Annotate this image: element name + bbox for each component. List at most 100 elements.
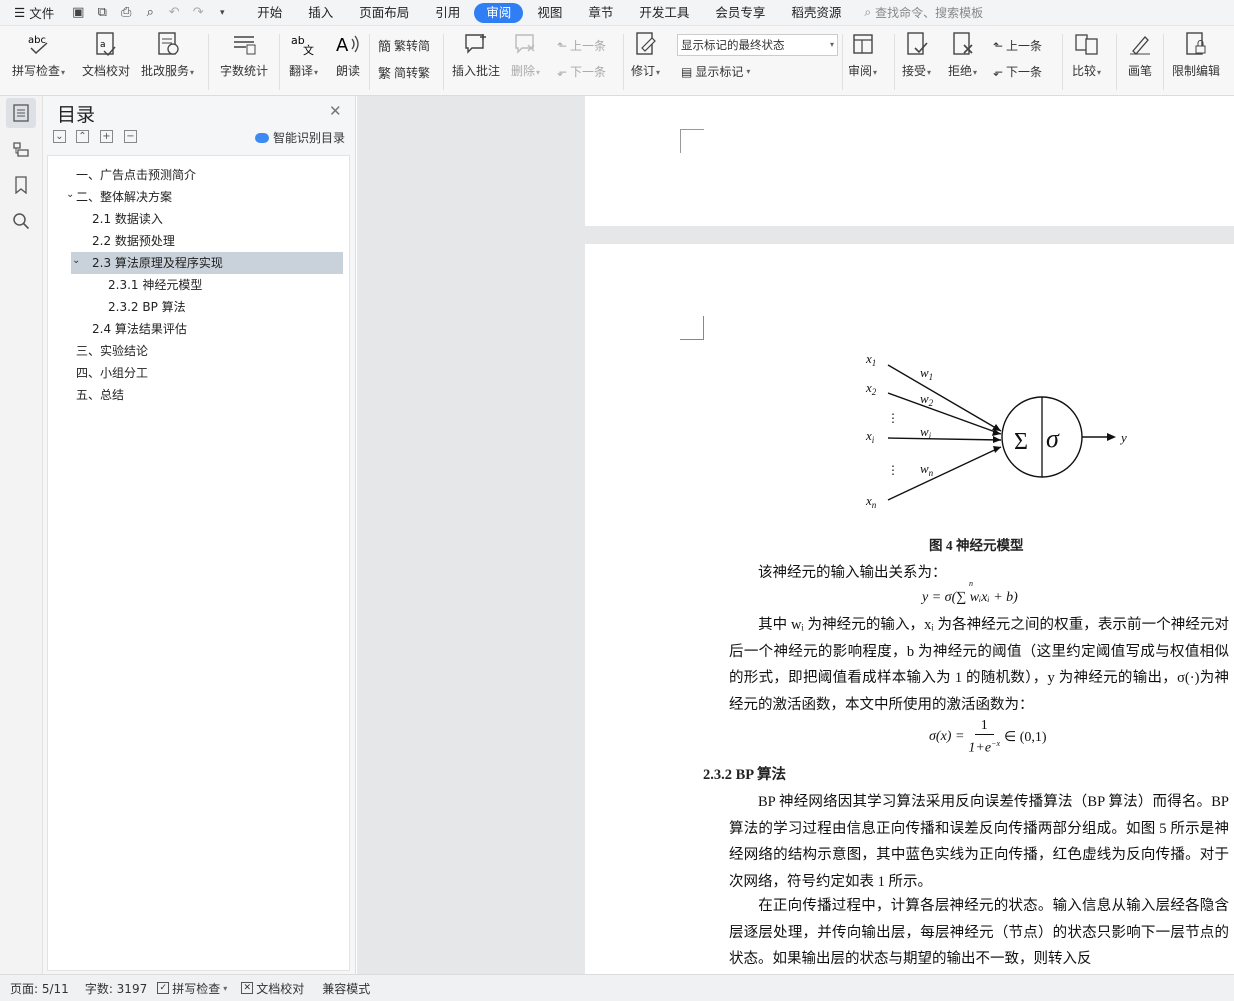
chevron-down-icon[interactable]: ⌄ — [72, 250, 80, 272]
sigmoid-lhs: σ(x) = — [929, 729, 965, 745]
batch-service-button[interactable]: 批改服务▾ — [141, 30, 194, 79]
paragraph-bp-2-text: 在正向传播过程中，计算各层神经元的状态。输入信息从输入层经各隐含层逐层处理，并传… — [729, 898, 1229, 967]
page-corner-mark — [680, 316, 704, 340]
markup-state-select[interactable]: 显示标记的最终状态 ▾ — [677, 34, 838, 56]
track-changes-button[interactable]: 修订▾ — [631, 30, 660, 79]
search-icon: ⌕ — [864, 5, 872, 19]
toc-item[interactable]: 2.3.1 神经元模型 — [66, 274, 342, 296]
print-icon[interactable]: ⎙ — [118, 5, 134, 21]
search-icon[interactable] — [6, 206, 36, 236]
tab-9[interactable]: 稻壳资源 — [779, 3, 853, 23]
toc-item[interactable]: 2.4 算法结果评估 — [66, 318, 342, 340]
delete-comment-button[interactable]: 删除▾ — [511, 30, 540, 79]
toc-item[interactable]: 五、总结 — [66, 384, 342, 406]
smart-toc-button[interactable]: 智能识别目录 — [255, 129, 345, 146]
doc-proofread-button[interactable]: a 文档校对 — [82, 30, 130, 79]
tab-3[interactable]: 引用 — [423, 3, 472, 23]
sum-upper-limit: n — [969, 579, 973, 588]
toc-item-label: 2.4 算法结果评估 — [92, 322, 187, 336]
toc-item-label: 2.2 数据预处理 — [92, 234, 175, 248]
prev-comment-button[interactable]: ⬑ 上一条 — [557, 37, 606, 54]
toc-item[interactable]: 三、实验结论 — [66, 340, 342, 362]
ellipsis-upper: ⋮ — [887, 411, 899, 425]
reject-button[interactable]: 拒绝▾ — [948, 30, 977, 79]
toc-pane-icon[interactable] — [6, 98, 36, 128]
insert-comment-button[interactable]: 插入批注 — [452, 30, 500, 79]
page-indicator[interactable]: 页面: 5/11 — [10, 980, 69, 997]
show-markup-button[interactable]: ▤ 显示标记 ▾ — [681, 63, 750, 80]
expand-level-icon[interactable]: ⌃ — [76, 130, 89, 143]
toc-item-label: 2.1 数据读入 — [92, 212, 163, 226]
toc-item[interactable]: 一、广告点击预测简介 — [66, 164, 342, 186]
toc-item[interactable]: 2.1 数据读入 — [66, 208, 342, 230]
trad-to-simp-button[interactable]: 簡繁转简 — [378, 36, 430, 55]
toc-item[interactable]: 2.3.2 BP 算法 — [66, 296, 342, 318]
sigmoid-fraction: 1 1+e−x — [968, 718, 1000, 757]
tab-4[interactable]: 审阅 — [474, 2, 524, 23]
toc-item-label: 四、小组分工 — [76, 366, 149, 380]
bookmark-icon[interactable] — [6, 170, 36, 200]
toc-item[interactable]: 2.2 数据预处理 — [66, 230, 342, 252]
export-pdf-icon[interactable]: ⧉ — [94, 5, 110, 21]
hamburger-icon: ☰ — [14, 5, 26, 20]
accept-button[interactable]: 接受▾ — [902, 30, 931, 79]
tab-7[interactable]: 开发工具 — [627, 3, 701, 23]
close-icon[interactable]: ✕ — [329, 102, 342, 120]
tab-5[interactable]: 视图 — [525, 3, 574, 23]
status-doc-proofread[interactable]: ✕ 文档校对 — [241, 980, 304, 997]
save-icon[interactable]: ▣ — [70, 5, 86, 21]
redo-icon[interactable]: ↷ — [190, 5, 206, 21]
customize-chevron-icon[interactable]: ▾ — [214, 5, 230, 21]
wps-writer-window: ☰ 文件 ▣ ⧉ ⎙ ⌕ ↶ ↷ ▾ 开始 插入 页面布局 引用 审阅 视图 章节 开发工具会… — [0, 0, 1234, 1001]
pen-label: 画笔 — [1127, 64, 1152, 78]
tab-2[interactable]: 页面布局 — [347, 3, 421, 23]
restrict-edit-button[interactable]: 限制编辑 — [1172, 30, 1220, 79]
word-count-indicator[interactable]: 字数: 3197 — [85, 980, 147, 997]
print-preview-icon[interactable]: ⌕ — [142, 5, 158, 21]
read-aloud-button[interactable]: A 朗读 — [334, 30, 362, 79]
trad-to-simp-icon: 簡 — [378, 40, 392, 55]
remove-item-icon[interactable]: − — [124, 130, 137, 143]
tab-1[interactable]: 插入 — [296, 3, 345, 23]
translate-button[interactable]: ab 文 翻译▾ — [289, 30, 318, 79]
markup-state-value: 显示标记的最终状态 — [681, 38, 785, 52]
toc-panel: 目录 ✕ ⌄ ⌃ + − 智能识别目录 一、广告点击预测简介 ⌄ 二、整体解决方案 2… — [43, 96, 356, 974]
page-corner-mark — [680, 129, 704, 153]
tab-8[interactable]: 会员专享 — [703, 3, 777, 23]
document-page-previous — [585, 96, 1234, 226]
add-item-icon[interactable]: + — [100, 130, 113, 143]
chapter-nav-icon[interactable] — [6, 134, 36, 164]
toc-item[interactable]: 四、小组分工 — [66, 362, 342, 384]
batch-service-icon — [154, 30, 182, 58]
weight-wn-label: wn — [920, 461, 934, 478]
review-pane-button[interactable]: 审阅▾ — [848, 30, 877, 79]
word-count-button[interactable]: 字数统计 — [220, 30, 268, 79]
pen-button[interactable]: 画笔 — [1126, 30, 1154, 79]
tab-0[interactable]: 开始 — [245, 3, 294, 23]
svg-text:a: a — [100, 40, 106, 50]
command-search[interactable]: ⌕ 查找命令、搜索模板 — [864, 4, 983, 21]
word-count-label: 字数统计 — [220, 64, 269, 78]
translate-icon: ab 文 — [290, 30, 318, 58]
prev-change-label: 上一条 — [1006, 39, 1043, 53]
toc-item[interactable]: ⌄ 2.3 算法原理及程序实现 — [71, 252, 343, 274]
toc-item[interactable]: ⌄ 二、整体解决方案 — [66, 186, 342, 208]
prev-change-button[interactable]: ⬑ 上一条 — [993, 37, 1042, 54]
next-comment-button[interactable]: ⬐ 下一条 — [557, 63, 606, 80]
chevron-down-icon: ▾ — [829, 40, 834, 49]
undo-icon[interactable]: ↶ — [166, 5, 182, 21]
ribbon-divider — [443, 34, 444, 90]
input-xn-label: xn — [865, 493, 877, 510]
tab-6[interactable]: 章节 — [576, 3, 625, 23]
status-spell-check[interactable]: ✓ 拼写检查 ▾ — [157, 980, 227, 997]
file-menu[interactable]: ☰ 文件 — [0, 3, 64, 22]
next-change-button[interactable]: ⬐ 下一条 — [993, 63, 1042, 80]
spell-check-button[interactable]: abc 拼写检查▾ — [12, 30, 65, 79]
spell-check-icon: abc — [25, 30, 53, 58]
toc-item-label: 三、实验结论 — [76, 344, 149, 358]
chevron-down-icon[interactable]: ⌄ — [66, 184, 74, 206]
doc-proofread-icon: a — [92, 30, 120, 58]
simp-to-trad-button[interactable]: 繁简转繁 — [378, 63, 430, 82]
compare-button[interactable]: 比较▾ — [1072, 30, 1101, 79]
collapse-level-icon[interactable]: ⌄ — [53, 130, 66, 143]
